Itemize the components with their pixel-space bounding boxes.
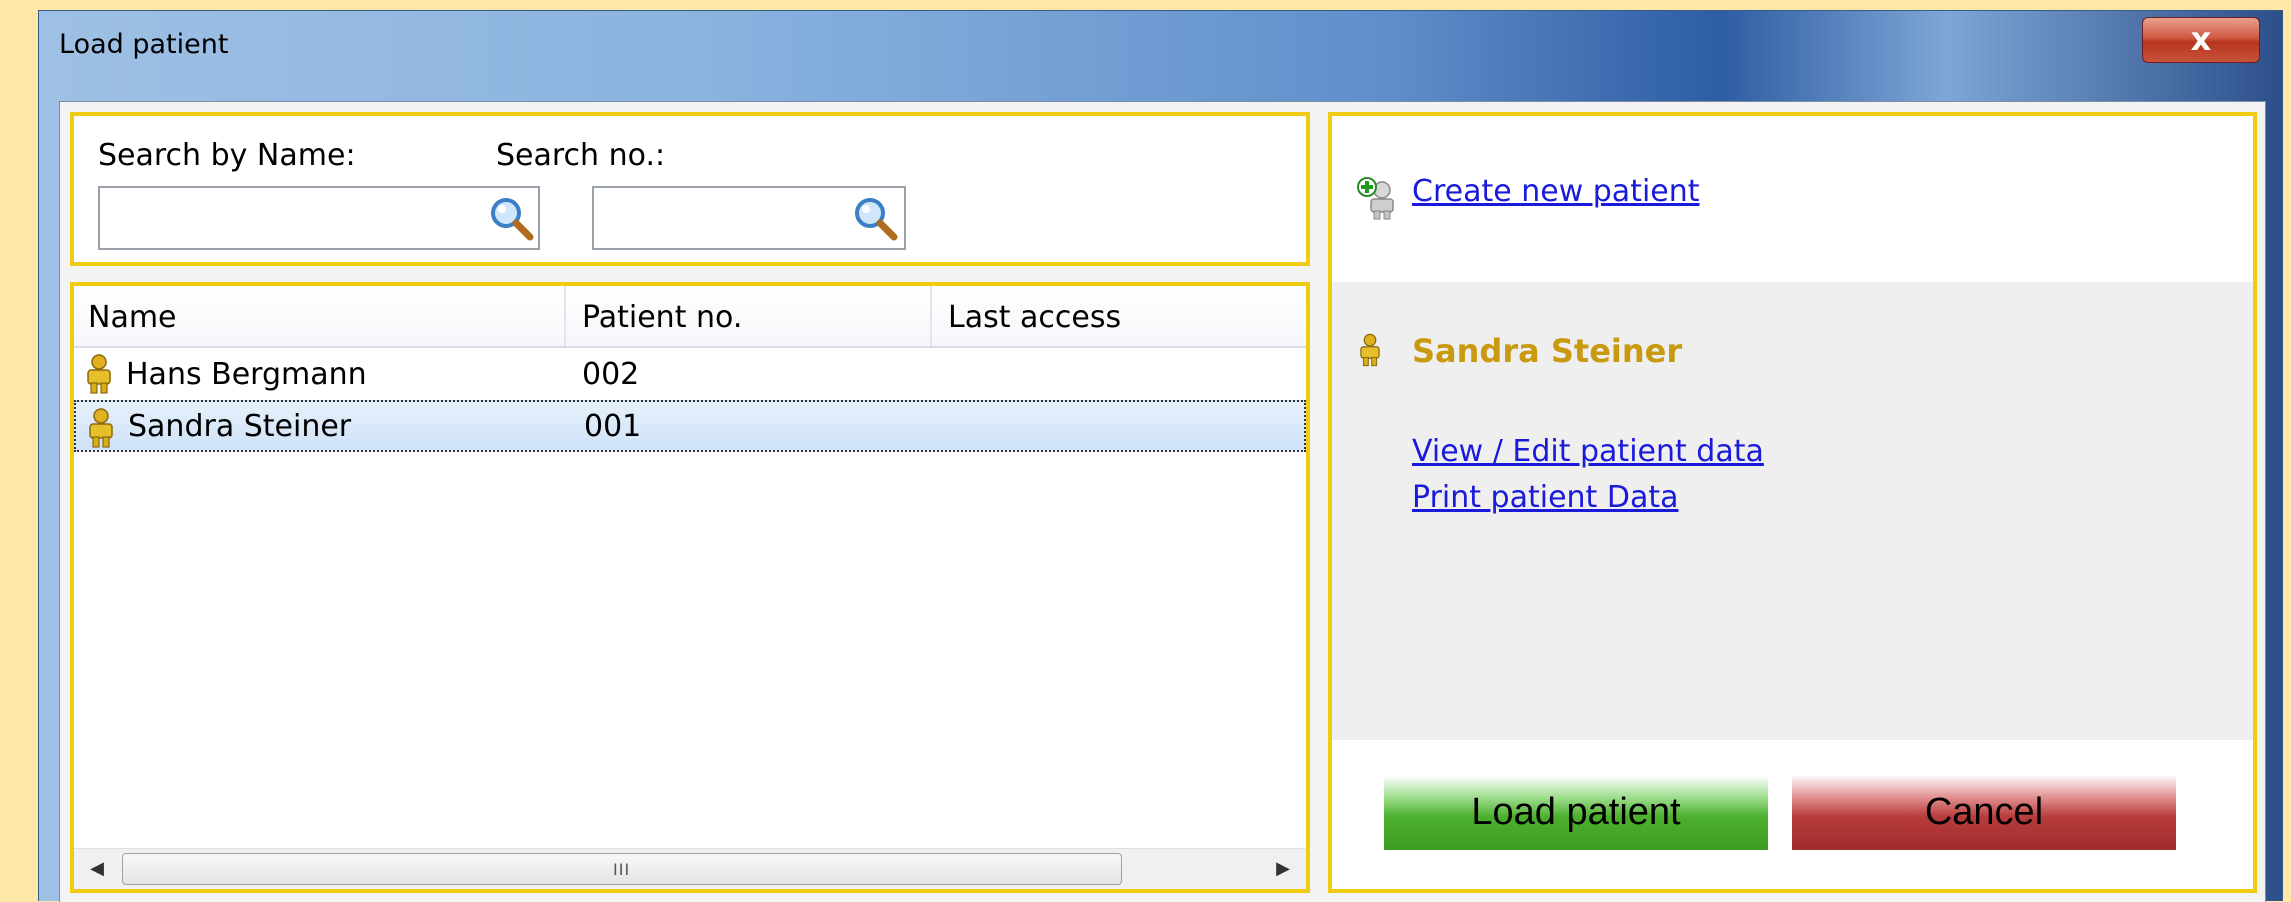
create-section: Create new patient bbox=[1332, 116, 2253, 282]
create-new-patient-link[interactable]: Create new patient bbox=[1412, 174, 1700, 209]
load-patient-button[interactable]: Load patient bbox=[1384, 776, 1768, 850]
column-divider[interactable] bbox=[930, 286, 932, 346]
column-header-name[interactable]: Name bbox=[88, 300, 177, 335]
search-name-box bbox=[98, 186, 540, 250]
table-row[interactable]: Hans Bergmann 002 bbox=[74, 348, 1306, 400]
column-header-patient-no[interactable]: Patient no. bbox=[582, 300, 742, 335]
table-header: Name Patient no. Last access bbox=[74, 286, 1306, 348]
column-header-last-access[interactable]: Last access bbox=[948, 300, 1121, 335]
action-buttons: Load patient Cancel bbox=[1332, 740, 2253, 889]
scroll-left-arrow-icon[interactable]: ◀ bbox=[82, 855, 112, 883]
scroll-right-arrow-icon[interactable]: ▶ bbox=[1268, 855, 1298, 883]
search-panel: Search by Name: Search no.: bbox=[70, 112, 1310, 266]
cell-patient-no: 002 bbox=[582, 357, 640, 392]
person-icon bbox=[1360, 333, 1380, 367]
view-edit-patient-link[interactable]: View / Edit patient data bbox=[1412, 434, 1764, 469]
table-row-selected[interactable]: Sandra Steiner 001 bbox=[74, 400, 1306, 452]
person-icon bbox=[87, 354, 111, 394]
search-number-icon[interactable] bbox=[850, 193, 900, 243]
cell-name: Sandra Steiner bbox=[128, 409, 352, 444]
patient-list-panel: Name Patient no. Last access Hans Bergma… bbox=[70, 282, 1310, 893]
scrollbar-thumb[interactable]: III bbox=[122, 853, 1122, 885]
search-name-icon[interactable] bbox=[486, 193, 536, 243]
scrollbar-grip: III bbox=[613, 860, 631, 879]
close-button[interactable]: x bbox=[2142, 17, 2260, 63]
cell-patient-no: 001 bbox=[584, 409, 642, 444]
search-number-label: Search no.: bbox=[496, 138, 666, 173]
patient-actions-panel: Create new patient Sandra Steiner View /… bbox=[1328, 112, 2257, 893]
column-divider[interactable] bbox=[564, 286, 566, 346]
selected-patient-name: Sandra Steiner bbox=[1412, 332, 1683, 370]
search-number-input[interactable] bbox=[596, 190, 840, 248]
window-title: Load patient bbox=[59, 29, 229, 60]
person-icon bbox=[89, 408, 113, 448]
print-patient-data-link[interactable]: Print patient Data bbox=[1412, 480, 1678, 515]
cell-name: Hans Bergmann bbox=[126, 357, 367, 392]
search-number-box bbox=[592, 186, 906, 250]
add-person-icon[interactable] bbox=[1356, 176, 1400, 220]
cancel-button[interactable]: Cancel bbox=[1792, 776, 2176, 850]
selected-patient-section: Sandra Steiner View / Edit patient data … bbox=[1332, 282, 2253, 740]
load-patient-window: Load patient x Search by Name: Search no… bbox=[38, 10, 2283, 902]
dialog-content: Search by Name: Search no.: Name Patient… bbox=[59, 101, 2266, 902]
search-by-name-label: Search by Name: bbox=[98, 138, 356, 173]
search-name-input[interactable] bbox=[102, 190, 476, 248]
horizontal-scrollbar[interactable]: ◀ III ▶ bbox=[74, 848, 1306, 889]
